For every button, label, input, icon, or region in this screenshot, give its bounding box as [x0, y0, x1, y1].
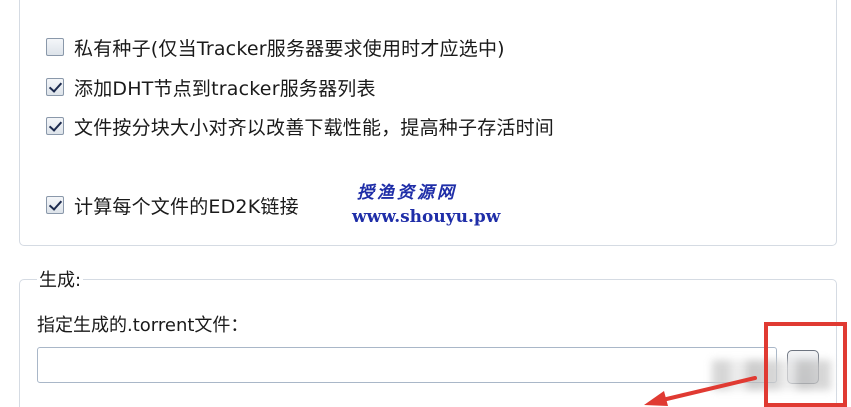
ed2k-links-option[interactable]: 计算每个文件的ED2K链接 [46, 192, 299, 219]
watermark-title: 授渔资源网 [357, 183, 457, 203]
align-pieces-label[interactable]: 文件按分块大小对齐以改善下载性能，提高种子存活时间 [74, 113, 554, 140]
output-file-label: 指定生成的.torrent文件： [37, 315, 249, 336]
ed2k-links-checkbox[interactable] [46, 196, 64, 214]
ed2k-links-label[interactable]: 计算每个文件的ED2K链接 [74, 192, 299, 219]
align-pieces-checkbox[interactable] [46, 117, 64, 135]
private-torrent-option[interactable]: 私有种子(仅当Tracker服务器要求使用时才应选中) [46, 34, 505, 61]
private-torrent-checkbox[interactable] [46, 38, 64, 56]
highlight-annotation-box [764, 322, 847, 407]
site-watermark: 授渔资源网 www.shouyu.pw [352, 178, 502, 227]
annotation-arrow-icon [644, 376, 757, 406]
add-dht-option[interactable]: 添加DHT节点到tracker服务器列表 [46, 74, 376, 101]
align-pieces-option[interactable]: 文件按分块大小对齐以改善下载性能，提高种子存活时间 [46, 113, 554, 140]
generate-group-legend: 生成: [37, 266, 84, 292]
add-dht-label[interactable]: 添加DHT节点到tracker服务器列表 [74, 74, 376, 101]
watermark-url: www.shouyu.pw [352, 207, 501, 227]
add-dht-checkbox[interactable] [46, 78, 64, 96]
private-torrent-label[interactable]: 私有种子(仅当Tracker服务器要求使用时才应选中) [74, 34, 505, 61]
torrent-creator-dialog: 私有种子(仅当Tracker服务器要求使用时才应选中) 添加DHT节点到trac… [0, 0, 851, 407]
